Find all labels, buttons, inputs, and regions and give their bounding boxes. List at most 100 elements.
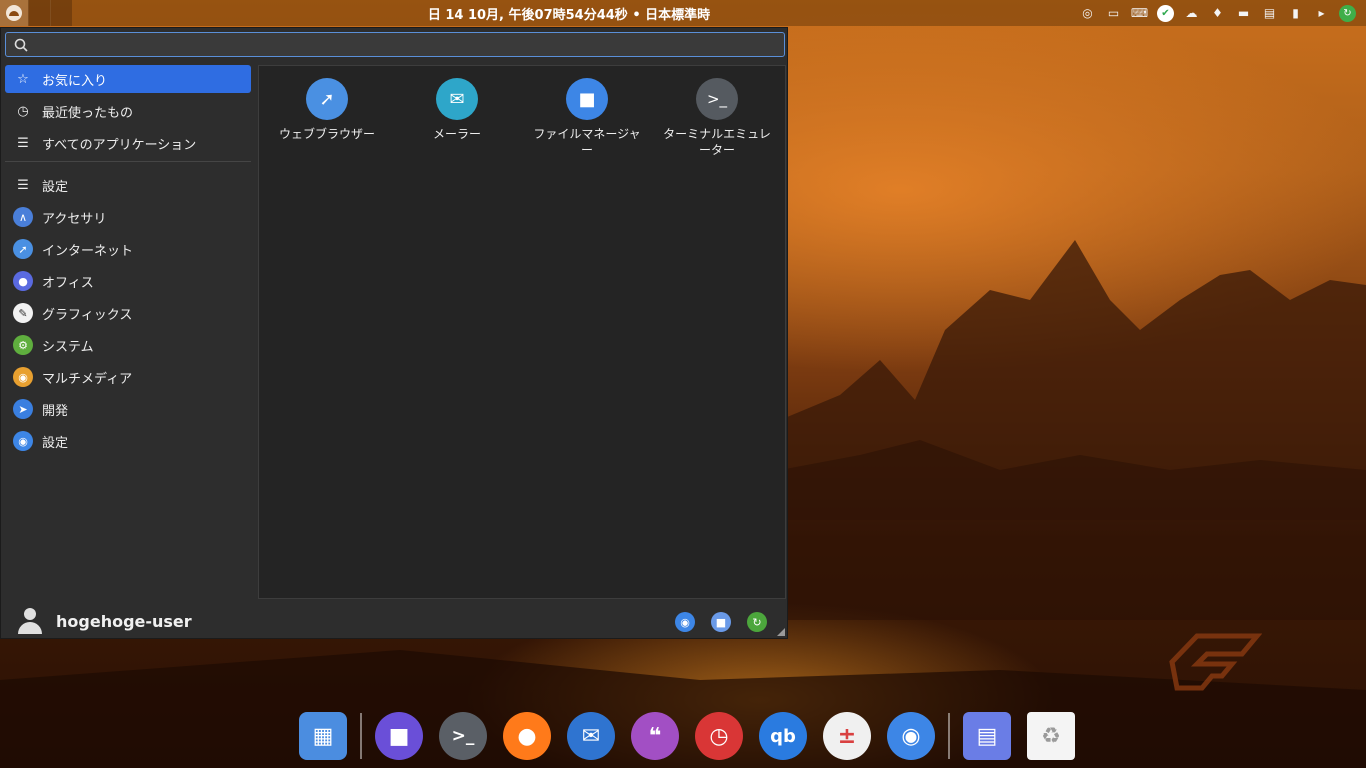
dock-trash[interactable]: ♻ (1024, 709, 1078, 763)
graphics-icon: ✎ (13, 303, 33, 323)
category-label: インターネット (42, 243, 134, 259)
thunderbird-icon: ✉ (567, 712, 615, 760)
dock-workspaces[interactable]: ▦ (296, 709, 350, 763)
logout-icon[interactable]: ↻ (747, 612, 767, 632)
dock-thunderbird[interactable]: ✉ (564, 709, 618, 763)
category-development[interactable]: ➤ 開発 (5, 395, 251, 423)
top-panel: 日 14 10月, 午後07時54分44秒 • 日本標準時 ◎ ▭ ⌨ ✔ ☁ … (0, 0, 1366, 26)
app-label: メーラー (432, 127, 481, 141)
dock-timeshift[interactable]: ◷ (692, 709, 746, 763)
gear-icon: ⚙ (13, 335, 33, 355)
search-icon (14, 38, 28, 52)
dock-separator (948, 713, 950, 759)
workspace-1[interactable] (28, 0, 50, 26)
display-icon[interactable]: ▭ (1105, 5, 1122, 22)
settings-icon[interactable]: ◉ (675, 612, 695, 632)
app-label: ターミナルエミュレーター (663, 127, 771, 157)
system-tray: ◎ ▭ ⌨ ✔ ☁ ♦ ▬ ▤ ▮ ▸ ↻ (1079, 3, 1356, 23)
dock-firefox[interactable]: ● (500, 709, 554, 763)
compass-icon: ➚ (306, 78, 348, 120)
star-icon: ☆ (17, 71, 29, 87)
distro-logo-icon (6, 5, 22, 21)
dock-separator (360, 713, 362, 759)
dock: ▦ ■ >_ ● ✉ ❝ ◷ qb ± ◉ ▤ ♻ (296, 708, 1078, 764)
category-accessories[interactable]: ∧ アクセサリ (5, 203, 251, 231)
favorites-app-grid: ➚ ウェブブラウザー ✉ メーラー ■ ファイルマネージャー >_ ターミナルエ… (258, 65, 786, 599)
bell-icon[interactable]: ♦ (1209, 5, 1226, 22)
category-all-applications[interactable]: ☰ すべてのアプリケーション (5, 129, 251, 157)
category-multimedia[interactable]: ◉ マルチメディア (5, 363, 251, 391)
category-label: 開発 (42, 403, 69, 419)
category-recent[interactable]: ◷ 最近使ったもの (5, 97, 251, 125)
category-label: マルチメディア (42, 371, 133, 387)
category-preferences[interactable]: ◉ 設定 (5, 427, 251, 455)
resize-grip[interactable] (777, 628, 785, 636)
office-icon: ● (13, 271, 33, 291)
mail-icon: ✉ (436, 78, 478, 120)
category-label: 最近使ったもの (42, 105, 134, 121)
applications-menu-button[interactable] (0, 0, 28, 26)
category-label: お気に入り (42, 73, 108, 89)
category-label: オフィス (42, 275, 94, 291)
list-icon: ☰ (17, 135, 29, 151)
volume-icon[interactable]: ▸ (1313, 5, 1330, 22)
calculator-icon: ± (823, 712, 871, 760)
category-favorites[interactable]: ☆ お気に入り (5, 65, 251, 93)
application-menu: ☆ お気に入り ◷ 最近使ったもの ☰ すべてのアプリケーション ☰ 設定 ∧ … (0, 27, 788, 639)
session-buttons: ◉ ■ ↻ (675, 612, 767, 632)
app-label: ファイルマネージャー (533, 127, 641, 157)
sidebar-divider (5, 161, 251, 162)
clock-icon: ◷ (17, 103, 29, 119)
clipboard-icon[interactable]: ▤ (1261, 5, 1278, 22)
category-settings[interactable]: ☰ 設定 (5, 171, 251, 199)
compass-icon: ➚ (13, 239, 33, 259)
dock-settings[interactable]: ◉ (884, 709, 938, 763)
category-system[interactable]: ⚙ システム (5, 331, 251, 359)
distro-logo-watermark (1169, 633, 1262, 691)
folder-window-icon: ▤ (963, 712, 1011, 760)
shield-icon[interactable]: ✔ (1157, 4, 1174, 22)
keyboard-icon[interactable]: ⌨ (1131, 5, 1148, 22)
development-icon: ➤ (13, 399, 33, 419)
panel-clock[interactable]: 日 14 10月, 午後07時54分44秒 • 日本標準時 (398, 4, 740, 22)
firefox-icon: ● (503, 712, 551, 760)
folder-icon: ■ (566, 78, 608, 120)
update-icon[interactable]: ↻ (1339, 4, 1356, 22)
category-label: アクセサリ (42, 211, 107, 227)
lock-icon[interactable]: ■ (711, 612, 731, 632)
dock-files[interactable]: ■ (372, 709, 426, 763)
user-avatar-icon (17, 608, 43, 634)
workspace-2[interactable] (50, 0, 72, 26)
search-input[interactable] (28, 33, 784, 56)
category-graphics[interactable]: ✎ グラフィックス (5, 299, 251, 327)
app-web-browser[interactable]: ➚ ウェブブラウザー (267, 78, 387, 142)
category-office[interactable]: ● オフィス (5, 267, 251, 295)
category-label: すべてのアプリケーション (42, 137, 197, 153)
qbittorrent-icon: qb (759, 712, 807, 760)
user-bar: hogehoge-user ◉ ■ ↻ (1, 603, 787, 639)
terminal-icon: >_ (439, 712, 487, 760)
drive-icon[interactable]: ▬ (1235, 5, 1252, 22)
search-box[interactable] (5, 32, 785, 57)
app-file-manager[interactable]: ■ ファイルマネージャー (527, 78, 647, 158)
user-name: hogehoge-user (56, 611, 192, 631)
dock-qbittorrent[interactable]: qb (756, 709, 810, 763)
app-label: ウェブブラウザー (278, 127, 375, 141)
accessories-icon: ∧ (13, 207, 33, 227)
lightbulb-icon[interactable]: ◎ (1079, 5, 1096, 22)
dock-terminal[interactable]: >_ (436, 709, 490, 763)
dock-notes[interactable]: ❝ (628, 709, 682, 763)
battery-icon[interactable]: ▮ (1287, 5, 1304, 22)
timeshift-icon: ◷ (695, 712, 743, 760)
app-mail-reader[interactable]: ✉ メーラー (397, 78, 517, 142)
toggle-settings-icon: ◉ (887, 712, 935, 760)
network-icon[interactable]: ☁ (1183, 5, 1200, 22)
notes-icon: ❝ (631, 712, 679, 760)
app-terminal-emulator[interactable]: >_ ターミナルエミュレーター (657, 78, 777, 158)
category-internet[interactable]: ➚ インターネット (5, 235, 251, 263)
dock-calculator[interactable]: ± (820, 709, 874, 763)
list-icon: ☰ (17, 177, 29, 193)
trash-icon: ♻ (1027, 712, 1075, 760)
category-label: システム (42, 339, 94, 355)
dock-home-folder[interactable]: ▤ (960, 709, 1014, 763)
